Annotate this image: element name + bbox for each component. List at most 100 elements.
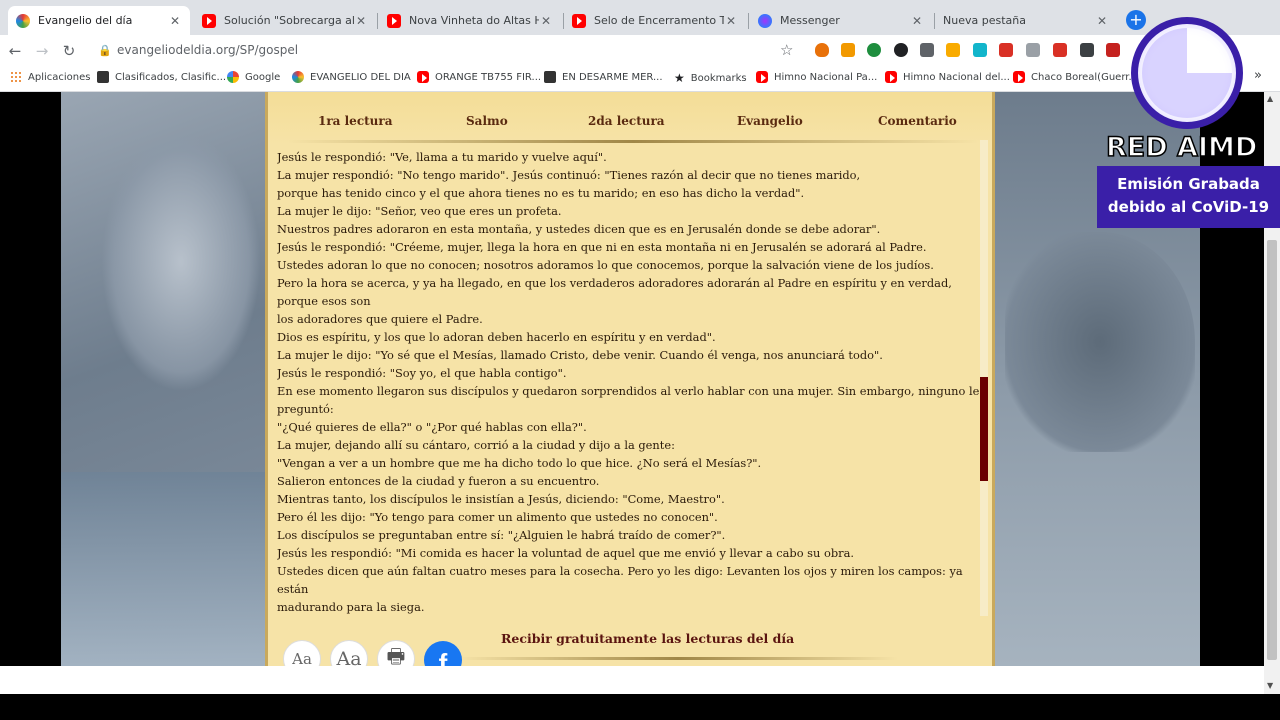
youtube-icon [387,13,401,28]
close-icon[interactable]: ✕ [1095,14,1109,28]
bookmark-label: EN DESARME MER... [562,71,663,83]
evangelio-icon [16,13,30,28]
url-text: evangeliodeldia.org/SP/gospel [117,43,299,57]
bookmark-item[interactable]: Himno Nacional Pa... [756,71,877,83]
tab-separator [748,13,749,29]
reading-line: Mientras tanto, los discípulos le insist… [277,492,725,506]
extension-icon[interactable] [841,43,855,57]
reading-line: Jesús le respondió: "Ve, llama a tu mari… [277,150,607,164]
back-button[interactable]: ← [6,42,24,60]
tab-nova-vinheta[interactable]: Nova Vinheta do Altas Horas ✕ [379,6,561,35]
reading-scroll-thumb[interactable] [980,377,988,481]
star-icon: ★ [674,71,685,85]
tab-title: Nova Vinheta do Altas Horas [409,14,539,27]
youtube-icon [572,13,586,28]
tab-evangelio[interactable]: Evangelio del día ✕ [8,6,190,35]
forward-button[interactable]: → [33,42,51,60]
extension-icon[interactable] [894,43,908,57]
browser-toolbar: ← → ↻ 🔒 evangeliodeldia.org/SP/gospel ☆ [0,35,1280,65]
close-icon[interactable]: ✕ [910,14,924,28]
youtube-icon [1013,71,1025,83]
artwork-figure [101,132,261,392]
tab-messenger[interactable]: Messenger ✕ [750,6,932,35]
extension-icon[interactable] [973,43,987,57]
scroll-down-icon[interactable]: ▼ [1267,681,1273,690]
tab-solucion[interactable]: Solución "Sobrecarga al Cu ✕ [194,6,376,35]
reading-line: Ustedes adoran lo que no conocen; nosotr… [277,258,934,272]
artwork-tree [1005,232,1195,452]
close-icon[interactable]: ✕ [539,14,553,28]
extension-icon[interactable] [920,43,934,57]
close-icon[interactable]: ✕ [354,14,368,28]
evangelio-icon [292,71,304,83]
tab-title: Nueva pestaña [943,14,1026,27]
extension-icon[interactable] [1106,43,1120,57]
extension-icon[interactable] [999,43,1013,57]
bookmark-star-icon[interactable]: ☆ [780,41,793,59]
apps-grid-icon [10,71,22,83]
tab-selo[interactable]: Selo de Encerramento TV Acri ✕ [564,6,746,35]
nav-evangelio[interactable]: Evangelio [737,114,803,128]
reading-line: porque has tenido cinco y el que ahora t… [277,186,805,200]
bookmark-item[interactable]: Chaco Boreal(Guerr... [1013,71,1138,83]
reading-line: "¿Qué quieres de ella?" o "¿Por qué habl… [277,420,587,434]
bookmark-label: Chaco Boreal(Guerr... [1031,71,1138,83]
subscribe-divider [458,657,898,660]
bookmark-label: Himno Nacional del... [903,71,1010,83]
overlay-notice: Emisión Grabada debido al CoViD-19 [1097,166,1280,228]
reading-line: Jesús le respondió: "Soy yo, el que habl… [277,366,567,380]
bookmark-item[interactable]: Clasificados, Clasific... [97,71,226,83]
reading-line: En ese momento llegaron sus discípulos y… [277,384,980,416]
reading-line: Pero él les dijo: "Yo tengo para comer u… [277,510,718,524]
reading-line: madurando para la siega. [277,600,425,614]
artwork-lower [61,472,265,666]
reading-line: Salieron entonces de la ciudad y fueron … [277,474,600,488]
extension-icon[interactable] [1026,43,1040,57]
page-scroll-thumb[interactable] [1267,240,1277,660]
overlay-notice-line1: Emisión Grabada [1117,175,1260,193]
overlay-brand: RED AIMD [1105,131,1258,164]
reload-button[interactable]: ↻ [60,42,78,60]
reading-line: La mujer le dijo: "Yo sé que el Mesías, … [277,348,883,362]
new-tab-button[interactable]: + [1126,10,1146,30]
extension-icon[interactable] [1053,43,1067,57]
bookmark-label: ORANGE TB755 FIR... [435,71,542,83]
bookmark-item[interactable]: ORANGE TB755 FIR... [417,71,541,83]
scroll-up-icon[interactable]: ▲ [1267,94,1273,103]
nav-2da-lectura[interactable]: 2da lectura [588,114,665,128]
close-icon[interactable]: ✕ [168,14,182,28]
video-letterbox [0,694,1280,720]
nav-salmo[interactable]: Salmo [466,114,508,128]
nav-divider [288,140,978,143]
bookmark-item[interactable]: EN DESARME MER... [544,71,663,83]
extension-icon[interactable] [1080,43,1094,57]
nav-1ra-lectura[interactable]: 1ra lectura [318,114,393,128]
facebook-icon: f [438,648,448,666]
bookmark-label: Himno Nacional Pa... [774,71,878,83]
more-bookmarks-button[interactable]: » [1254,68,1262,83]
tab-nueva-pestana[interactable]: Nueva pestaña ✕ [935,6,1117,35]
bookmark-item[interactable]: Himno Nacional del... [885,71,1010,83]
red-aimd-logo [1131,17,1243,129]
address-bar[interactable]: 🔒 evangeliodeldia.org/SP/gospel [88,39,808,61]
bookmark-item[interactable]: EVANGELIO DEL DIA [292,71,411,83]
youtube-icon [202,13,216,28]
bookmark-label: Aplicaciones [28,71,91,83]
logo-arc [1142,28,1232,118]
youtube-icon [417,71,429,83]
reading-line: Ya el segador recibe su salario y recoge… [277,616,982,619]
subscribe-link[interactable]: Recibir gratuitamente las lecturas del d… [501,631,794,646]
nav-comentario[interactable]: Comentario [878,114,957,128]
close-icon[interactable]: ✕ [724,14,738,28]
overlay-notice-line2: debido al CoViD-19 [1107,198,1270,216]
bookmark-item[interactable]: ★ Bookmarks [674,71,747,85]
extension-icon[interactable] [946,43,960,57]
reading-line: Ustedes dicen que aún faltan cuatro mese… [277,564,963,596]
tab-strip: Evangelio del día ✕ Solución "Sobrecarga… [0,0,1280,38]
bookmark-item[interactable]: Aplicaciones [10,71,90,83]
bookmark-label: EVANGELIO DEL DIA [310,71,411,83]
bookmark-item[interactable]: Google [227,71,280,83]
extension-icon[interactable] [867,43,881,57]
site-icon [97,71,109,83]
extension-icon[interactable] [815,43,829,57]
